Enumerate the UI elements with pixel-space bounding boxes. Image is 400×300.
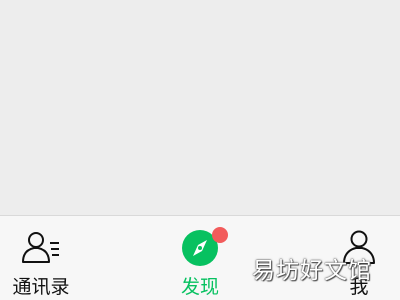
tab-me[interactable]: 我 — [318, 216, 400, 300]
contacts-icon — [22, 232, 59, 263]
bottom-tab-bar: 通讯录 发现 我 — [0, 215, 400, 300]
tab-contacts[interactable]: 通讯录 — [0, 216, 82, 300]
tab-contacts-label: 通讯录 — [12, 276, 70, 298]
main-content-area — [0, 0, 400, 215]
notification-badge — [212, 227, 228, 243]
tab-me-label: 我 — [349, 276, 369, 298]
tab-discover[interactable]: 发现 — [155, 216, 245, 300]
app-screen: 通讯录 发现 我 易坊好文馆 — [0, 0, 400, 300]
person-icon — [343, 230, 375, 264]
tab-discover-label: 发现 — [180, 276, 219, 298]
